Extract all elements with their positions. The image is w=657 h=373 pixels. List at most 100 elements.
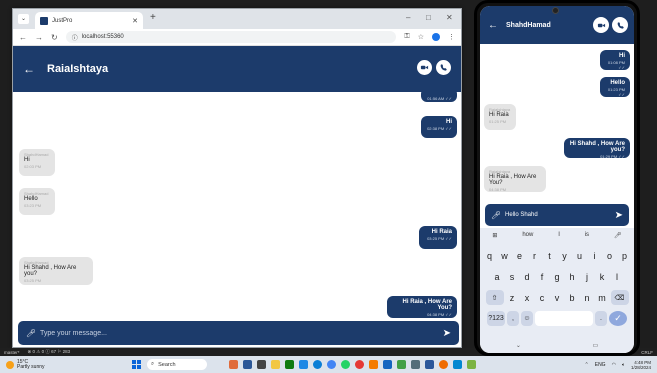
app-icon[interactable] — [369, 360, 378, 369]
minimize-button[interactable]: – — [406, 13, 410, 22]
key[interactable]: x — [521, 290, 534, 305]
phone-message-input[interactable]: Hello Shahd — [505, 212, 615, 218]
phone-message-list[interactable]: Hi 01:08 PM ✓✓ Hello 01:23 PM ✓✓ RaiaIsh… — [480, 44, 634, 194]
comma-key[interactable]: , — [507, 311, 519, 326]
key[interactable]: u — [573, 248, 586, 263]
app-icon[interactable] — [229, 360, 238, 369]
key[interactable]: f — [536, 269, 549, 284]
url-field[interactable]: ⓘ localhost:55360 — [65, 31, 397, 43]
key[interactable]: p — [618, 248, 631, 263]
clock[interactable]: 4:48 PM 1/28/2024 — [631, 360, 651, 370]
shift-key-icon[interactable]: ⇧ — [485, 290, 504, 305]
suggestion-1[interactable]: how — [522, 232, 533, 238]
send-icon[interactable]: ➤ — [615, 210, 623, 221]
key[interactable]: j — [581, 269, 594, 284]
word-icon[interactable] — [425, 360, 434, 369]
key[interactable]: w — [498, 248, 511, 263]
language-indicator[interactable]: ENG — [595, 362, 606, 368]
key[interactable]: n — [581, 290, 594, 305]
app-icon[interactable] — [467, 360, 476, 369]
video-call-button[interactable] — [417, 60, 432, 75]
menu-dots-icon[interactable]: ⋮ — [448, 33, 455, 41]
microphone-icon[interactable]: 🎤︎ — [491, 211, 505, 220]
app-icon[interactable] — [285, 360, 294, 369]
key[interactable]: r — [528, 248, 541, 263]
weather-widget[interactable]: 15°C Partly sunny — [6, 359, 116, 370]
backspace-key-icon[interactable]: ⌫ — [610, 290, 629, 305]
key[interactable]: h — [566, 269, 579, 284]
symbols-key[interactable]: ?123 — [487, 311, 505, 326]
site-info-icon[interactable]: ⓘ — [72, 33, 78, 42]
folder-icon[interactable] — [271, 360, 280, 369]
app-icon[interactable] — [453, 360, 462, 369]
key[interactable]: k — [596, 269, 609, 284]
reload-icon[interactable]: ↻ — [51, 33, 58, 42]
key[interactable]: q — [483, 248, 496, 263]
app-icon[interactable] — [397, 360, 406, 369]
back-arrow-icon[interactable]: ← — [488, 20, 502, 31]
app-icon[interactable] — [243, 360, 252, 369]
key[interactable]: g — [551, 269, 564, 284]
taskbar-search[interactable]: ⌕ Search — [147, 359, 207, 370]
keyboard-switch-icon[interactable]: ▭ — [592, 342, 598, 349]
voice-call-button[interactable] — [612, 17, 628, 33]
message-input[interactable] — [40, 329, 443, 337]
close-button[interactable]: ✕ — [446, 13, 453, 22]
key[interactable]: v — [551, 290, 564, 305]
key-icon[interactable]: ⚿ — [404, 33, 409, 41]
volume-icon[interactable]: 🔈︎ — [622, 362, 625, 368]
app-icon[interactable] — [439, 360, 448, 369]
microphone-icon[interactable]: 🎤︎ — [26, 329, 40, 338]
maximize-button[interactable]: □ — [426, 13, 431, 22]
video-call-button[interactable] — [593, 17, 609, 33]
hide-keyboard-icon[interactable]: ⌄ — [516, 342, 521, 349]
key[interactable]: s — [506, 269, 519, 284]
key[interactable]: z — [506, 290, 519, 305]
key[interactable]: c — [536, 290, 549, 305]
back-arrow-icon[interactable]: ← — [23, 62, 41, 76]
problems-count[interactable]: ⊗ 0 ⚠ 0 ⓘ 67 ⚐ 283 — [28, 349, 71, 355]
suggestion-2[interactable]: I — [558, 232, 560, 238]
edge-icon[interactable] — [313, 360, 322, 369]
key[interactable]: y — [558, 248, 571, 263]
keyboard-apps-icon[interactable]: ⊞ — [492, 232, 497, 239]
key[interactable]: i — [588, 248, 601, 263]
tray-chevron-icon[interactable]: ⌃ — [585, 362, 589, 368]
tab-search-icon[interactable]: ⌄ — [18, 14, 29, 24]
forward-icon[interactable]: → — [35, 33, 43, 42]
browser-tab[interactable]: JustPro ✕ — [35, 12, 143, 29]
send-icon[interactable]: ➤ — [443, 328, 451, 339]
emoji-key-icon[interactable]: ☺ — [521, 311, 533, 326]
app-icon[interactable] — [411, 360, 420, 369]
space-key[interactable] — [535, 311, 593, 326]
suggestion-3[interactable]: is — [585, 232, 589, 238]
key[interactable]: d — [521, 269, 534, 284]
app-icon[interactable] — [299, 360, 308, 369]
key[interactable]: t — [543, 248, 556, 263]
vscode-icon[interactable] — [383, 360, 392, 369]
key[interactable]: a — [491, 269, 504, 284]
key[interactable]: l — [611, 269, 624, 284]
line-endings[interactable]: CRLF — [641, 350, 653, 355]
new-tab-button[interactable]: + — [150, 12, 156, 23]
phone-message-composer[interactable]: 🎤︎ Hello Shahd ➤ — [485, 204, 629, 226]
tab-close-icon[interactable]: ✕ — [132, 17, 138, 25]
git-branch[interactable]: master* — [4, 350, 20, 355]
bookmark-star-icon[interactable]: ☆ — [418, 33, 424, 41]
wifi-icon[interactable]: ◠ — [612, 362, 616, 368]
key[interactable]: b — [566, 290, 579, 305]
enter-key-icon[interactable]: ✓ — [609, 311, 627, 326]
chrome-icon[interactable] — [327, 360, 336, 369]
back-icon[interactable]: ← — [19, 33, 27, 42]
key[interactable]: o — [603, 248, 616, 263]
key[interactable]: m — [596, 290, 609, 305]
period-key[interactable]: . — [595, 311, 607, 326]
app-icon[interactable] — [355, 360, 364, 369]
voice-call-button[interactable] — [436, 60, 451, 75]
key[interactable]: e — [513, 248, 526, 263]
windows-start-icon[interactable] — [132, 360, 141, 369]
message-list[interactable]: 01:56 AM ✓✓ Hi 02:38 PM ✓✓ ShahdHamad Hi… — [13, 92, 461, 322]
profile-icon[interactable] — [432, 33, 440, 41]
voice-input-icon[interactable]: 🎤︎ — [614, 232, 622, 239]
whatsapp-icon[interactable] — [341, 360, 350, 369]
